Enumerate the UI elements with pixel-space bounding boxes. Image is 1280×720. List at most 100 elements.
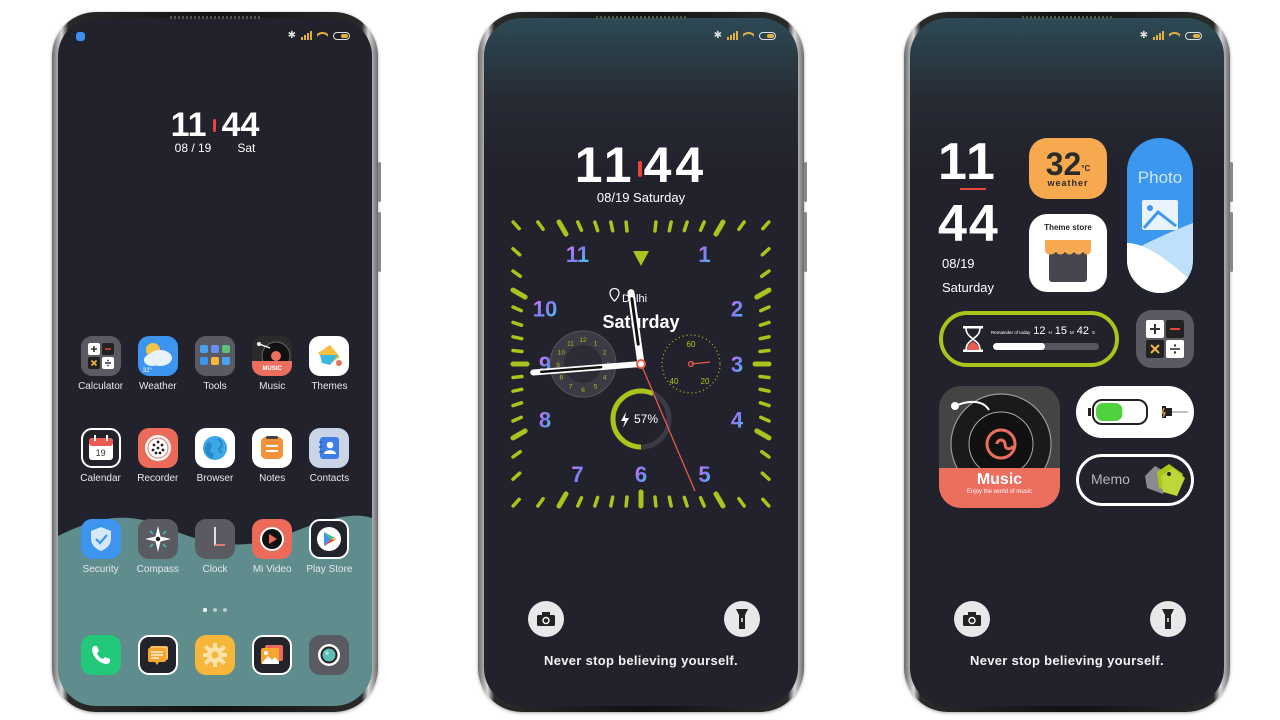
dial-tick <box>536 220 545 232</box>
subdial-number: 2 <box>603 350 607 357</box>
charging-battery-icon <box>1088 399 1188 425</box>
app-contacts[interactable]: Contacts <box>301 428 358 484</box>
photo-wave <box>1127 223 1193 293</box>
weather-unit: °C <box>1081 164 1091 173</box>
dial-tick <box>758 335 771 341</box>
app-play-store[interactable]: Play Store <box>301 519 358 575</box>
clock-widget[interactable]: 11 44 08 / 19 Sat <box>58 106 372 155</box>
dial-tick <box>758 348 771 354</box>
app-security[interactable]: Security <box>72 519 129 575</box>
location-pin-icon <box>609 287 620 302</box>
dock-settings[interactable] <box>186 635 243 675</box>
dial-tick <box>653 220 658 233</box>
compass-icon <box>137 519 178 559</box>
power-button <box>1230 162 1233 202</box>
dock-gallery[interactable] <box>244 635 301 675</box>
store-icon <box>1045 240 1091 282</box>
charging-bolt-icon <box>621 412 629 428</box>
day-remainder-widget[interactable]: Remainder of today 12 H 15 M 42 S <box>939 311 1119 367</box>
calculator-icon <box>80 336 121 376</box>
camera-shortcut-button[interactable] <box>528 601 564 637</box>
app-recorder[interactable]: Recorder <box>129 428 186 484</box>
theme-store-widget[interactable]: Theme store <box>1029 214 1107 292</box>
music-widget[interactable]: Music Enjoy the world of music <box>939 386 1060 508</box>
dial-number: 5 <box>698 462 710 487</box>
dial-tick <box>759 449 771 459</box>
app-browser[interactable]: Browser <box>186 428 243 484</box>
app-label: Play Store <box>306 564 353 575</box>
dial-tick <box>682 220 689 233</box>
music-icon: MUSIC <box>252 336 293 376</box>
dial-number: 4 <box>731 407 744 432</box>
memo-widget[interactable]: Memo <box>1076 454 1194 506</box>
clock-hours: 11 <box>938 133 997 191</box>
app-weather[interactable]: 32° Weather <box>129 336 186 392</box>
timer-seconds: 42 <box>1076 325 1090 337</box>
wifi-icon <box>1169 31 1180 40</box>
page-dot[interactable] <box>203 608 207 612</box>
flashlight-shortcut-button[interactable] <box>724 601 760 637</box>
dock-messages[interactable] <box>129 635 186 675</box>
dial-tick <box>511 305 523 313</box>
app-music[interactable]: MUSIC Music <box>244 336 301 392</box>
clock-separator <box>637 160 642 177</box>
app-clock[interactable]: Clock <box>186 519 243 575</box>
app-label: Notes <box>259 473 286 484</box>
calculator-widget[interactable] <box>1136 310 1194 368</box>
app-notes[interactable]: Notes <box>244 428 301 484</box>
page-dot[interactable] <box>213 608 217 612</box>
dial-tick <box>667 495 673 508</box>
dial-tick <box>759 415 771 423</box>
bluetooth-icon: ✱ <box>287 30 296 41</box>
dial-tick <box>698 496 706 508</box>
page-dot[interactable] <box>223 608 227 612</box>
clock-minutes: 44 <box>938 195 1000 253</box>
dock-phone[interactable] <box>72 635 129 675</box>
app-mi-video[interactable]: Mi Video <box>244 519 301 575</box>
dial-tick <box>511 348 524 354</box>
dial-number: 7 <box>571 462 583 487</box>
dial-tick <box>761 497 771 508</box>
dial-tick <box>511 471 522 482</box>
app-tools-folder[interactable]: Tools <box>186 336 243 392</box>
app-row-1: Calculator 32° Weather Tools MUSIC Music… <box>72 336 358 392</box>
app-compass[interactable]: Compass <box>129 519 186 575</box>
volume-button <box>1230 212 1233 272</box>
timer-progress-bar <box>993 343 1099 350</box>
power-button <box>378 162 381 202</box>
subdial-number: 7 <box>569 384 573 391</box>
dial-tick <box>624 220 629 233</box>
status-bar: ✱ <box>714 30 776 41</box>
wifi-icon <box>743 31 754 40</box>
lock-clock: 11 44 <box>484 136 798 194</box>
weather-widget[interactable]: 32°C weather <box>1029 138 1107 199</box>
camera-shortcut-button[interactable] <box>954 601 990 637</box>
volume-button <box>804 212 807 272</box>
dial-tick <box>593 495 600 508</box>
dock-camera[interactable] <box>301 635 358 675</box>
dial-number: 11 <box>566 242 589 267</box>
timer-seconds-unit: S <box>1092 330 1096 335</box>
subdial-number: 8 <box>560 375 564 382</box>
dial-number: 10 <box>533 297 557 322</box>
app-calendar[interactable]: 19 Calendar <box>72 428 129 484</box>
app-themes[interactable]: Themes <box>301 336 358 392</box>
phone-icon <box>80 635 121 675</box>
dial-tick <box>760 246 771 257</box>
vinyl-record-icon <box>950 393 1052 476</box>
subdial-number: 6 <box>581 387 585 394</box>
page-indicator[interactable] <box>58 608 372 612</box>
clock-hours: 11 <box>574 137 636 193</box>
dial-tick <box>754 428 772 441</box>
subdial-tick-label: 40 <box>670 377 679 386</box>
security-icon <box>80 519 121 559</box>
clock-minutes: 44 <box>643 137 708 193</box>
music-title: Music <box>976 471 1023 488</box>
dial-tick <box>511 415 523 423</box>
battery-widget[interactable] <box>1076 386 1194 438</box>
dial-tick <box>760 471 771 482</box>
photo-label: Photo <box>1137 168 1183 187</box>
photo-widget[interactable]: Photo <box>1127 138 1193 293</box>
app-calculator[interactable]: Calculator <box>72 336 129 392</box>
flashlight-shortcut-button[interactable] <box>1150 601 1186 637</box>
